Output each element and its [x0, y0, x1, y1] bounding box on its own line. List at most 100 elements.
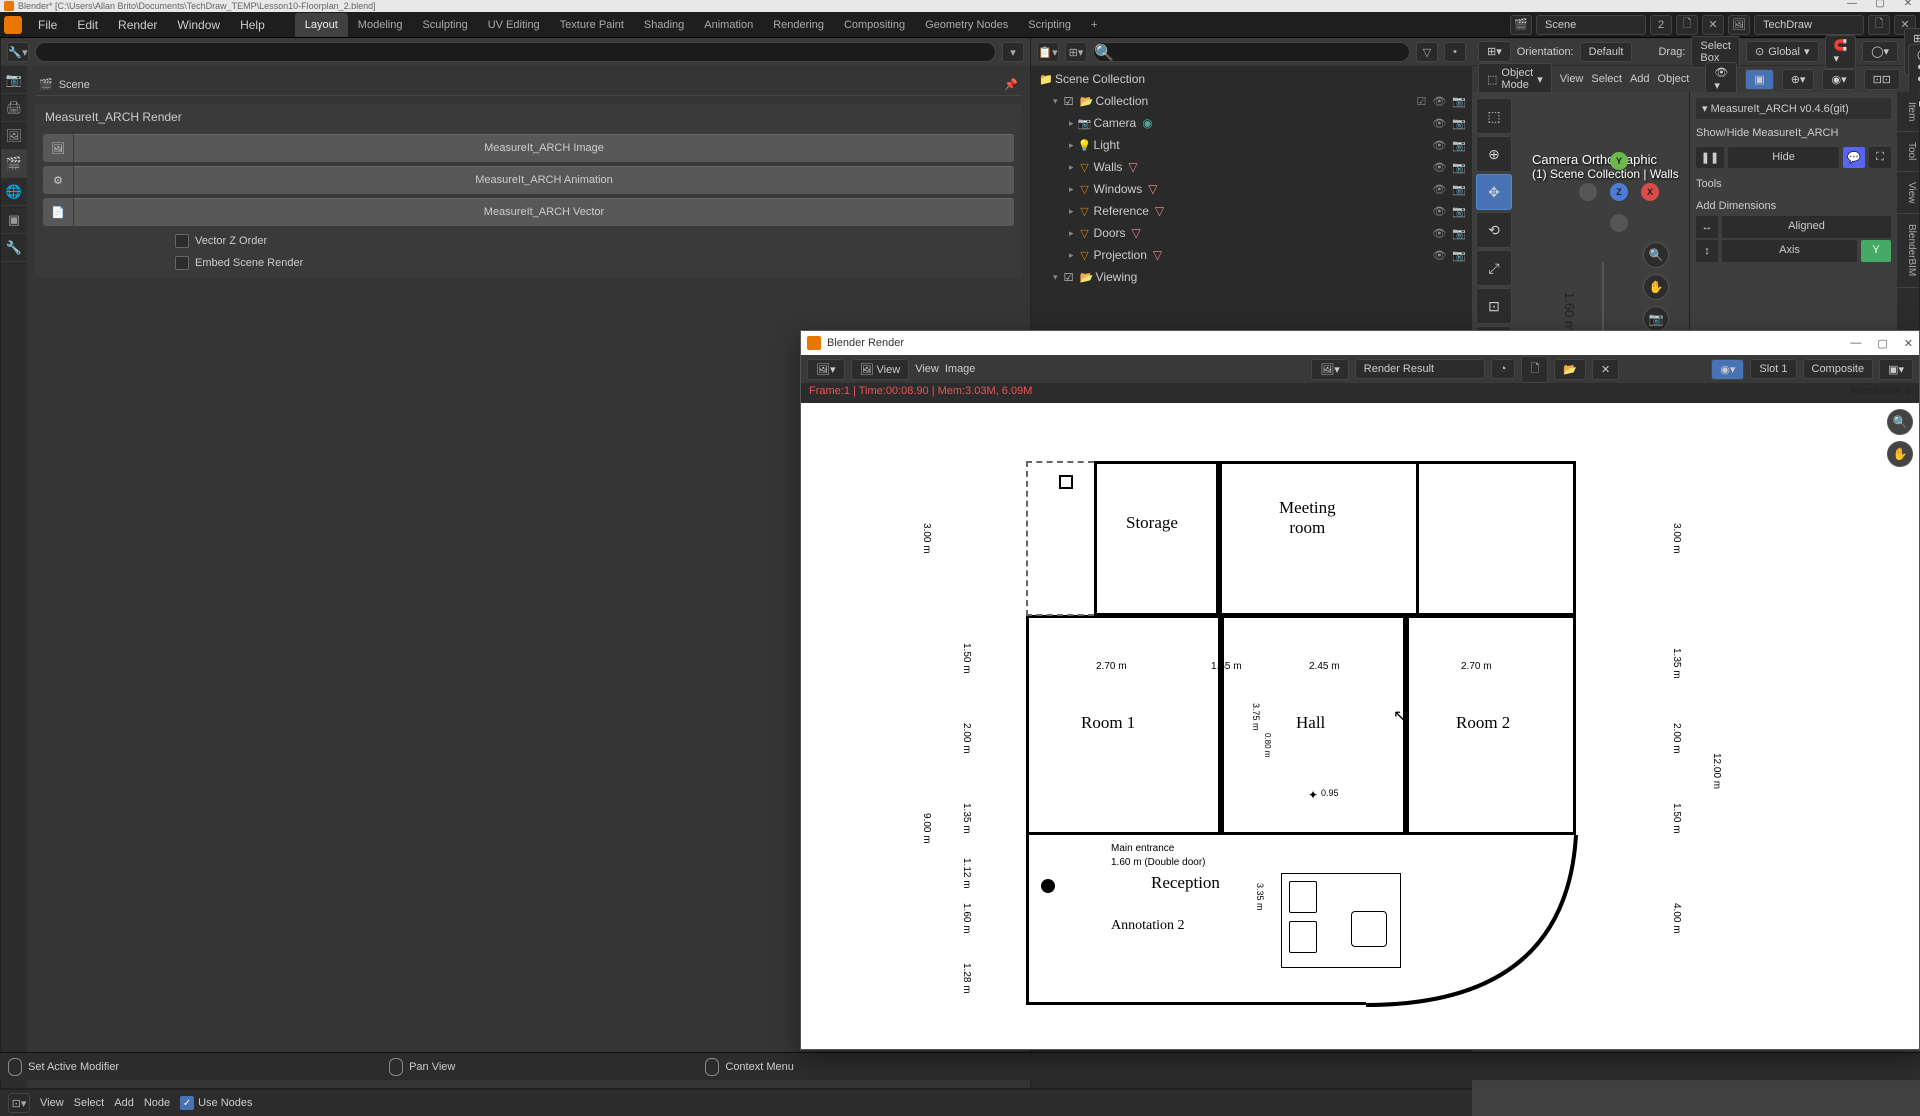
- tab-texture[interactable]: Texture Paint: [550, 13, 634, 37]
- ptab-world[interactable]: 🌐: [1, 178, 27, 206]
- vector-render-icon[interactable]: 📄: [43, 198, 73, 226]
- ptab-modifier[interactable]: 🔧: [1, 234, 27, 262]
- zoom-icon[interactable]: 🔍: [1643, 242, 1669, 268]
- render-image-button[interactable]: MeasureIt_ARCH Image: [74, 134, 1014, 162]
- embed-scene-checkbox[interactable]: [175, 256, 189, 270]
- gizmo-x[interactable]: X: [1641, 183, 1659, 201]
- layer-new-icon[interactable]: 🗋: [1868, 15, 1890, 35]
- scene-browse-icon[interactable]: 🎬: [1510, 15, 1532, 35]
- tree-windows[interactable]: ▸ ▽Windows ▽ 👁📷: [1033, 178, 1470, 200]
- ptab-object[interactable]: ▣: [1, 206, 27, 234]
- render-view-icon[interactable]: 🖼 View: [851, 359, 910, 380]
- tool-transform[interactable]: ⊡: [1476, 288, 1512, 324]
- ptab-viewlayer[interactable]: 🖼: [1, 122, 27, 150]
- tab-add[interactable]: +: [1081, 13, 1107, 37]
- scene-del-icon[interactable]: ✕: [1702, 15, 1724, 35]
- gizmo-neg2[interactable]: [1610, 214, 1628, 232]
- vp-object[interactable]: Object: [1658, 73, 1690, 85]
- image-render-icon[interactable]: 🖼: [43, 134, 73, 162]
- editor-type-icon[interactable]: ⊞▾: [1478, 41, 1511, 62]
- tab-rendering[interactable]: Rendering: [763, 13, 834, 37]
- render-min-button[interactable]: —: [1850, 337, 1861, 350]
- props-editor-icon[interactable]: 🔧▾: [7, 42, 29, 62]
- ntab-item[interactable]: Item: [1897, 92, 1919, 132]
- snap-toggle[interactable]: 🧲▾: [1825, 35, 1857, 69]
- maximize-button[interactable]: ▢: [1872, 0, 1888, 14]
- render-close-button[interactable]: ✕: [1904, 337, 1913, 350]
- vector-z-checkbox[interactable]: [175, 234, 189, 248]
- node-editor[interactable]: ⊡▾ View Select Add Node ✓Use Nodes Depth…: [0, 1088, 1472, 1116]
- render-img-browse[interactable]: 🖼▾: [1311, 359, 1349, 380]
- vp-view[interactable]: View: [1560, 73, 1584, 85]
- gizmo-y[interactable]: Y: [1610, 152, 1628, 170]
- render-color-icon[interactable]: ◉▾: [1711, 359, 1744, 380]
- tab-geometry[interactable]: Geometry Nodes: [915, 13, 1018, 37]
- render-pin-icon[interactable]: ◔: [1491, 359, 1516, 379]
- vp-select[interactable]: Select: [1591, 73, 1622, 85]
- tree-camera[interactable]: ▸ 📷Camera ◉ 👁📷: [1033, 112, 1470, 134]
- render-view2[interactable]: View: [915, 363, 939, 375]
- ptab-output[interactable]: 🖨: [1, 94, 27, 122]
- tree-doors[interactable]: ▸ ▽Doors ▽ 👁📷: [1033, 222, 1470, 244]
- render-del-icon[interactable]: ✕: [1592, 359, 1619, 380]
- ntab-blenderbim[interactable]: BlenderBIM: [1897, 214, 1919, 287]
- scene-name-field[interactable]: [1536, 15, 1646, 35]
- axis-y[interactable]: Y: [1861, 240, 1891, 262]
- render-editor-icon[interactable]: 🖼▾: [807, 359, 845, 380]
- tree-projection[interactable]: ▸ ▽Projection ▽ 👁📷: [1033, 244, 1470, 266]
- menu-render[interactable]: Render: [108, 14, 167, 36]
- tab-sculpting[interactable]: Sculpting: [412, 13, 477, 37]
- scene-new-icon[interactable]: 🗋: [1676, 15, 1698, 35]
- nav-gizmo[interactable]: Y Z X: [1579, 152, 1659, 232]
- pause-button[interactable]: ❚❚: [1696, 147, 1724, 168]
- outliner-search[interactable]: 🔍: [1093, 42, 1410, 62]
- props-search[interactable]: [35, 42, 996, 62]
- layer-browse-icon[interactable]: 🖼: [1728, 15, 1750, 35]
- gizmo-toggle[interactable]: ⊕▾: [1782, 69, 1815, 90]
- proportional-edit[interactable]: ◯▾: [1862, 41, 1898, 62]
- render-canvas[interactable]: 🔍 ✋ Storage Meeting room Room 1 Hall Roo…: [801, 403, 1919, 1049]
- tab-layout[interactable]: Layout: [295, 13, 348, 37]
- render-window[interactable]: Blender Render — ▢ ✕ 🖼▾ 🖼 View View Imag…: [800, 330, 1920, 1050]
- discord-icon[interactable]: 💬: [1843, 147, 1865, 168]
- menu-help[interactable]: Help: [230, 14, 275, 36]
- pan-icon[interactable]: ✋: [1643, 274, 1669, 300]
- tab-scripting[interactable]: Scripting: [1018, 13, 1081, 37]
- render-layer-composite[interactable]: Composite: [1803, 359, 1874, 379]
- outliner-editor-icon[interactable]: 📋▾: [1037, 42, 1059, 62]
- tree-viewing[interactable]: ▾ ☑📂Viewing: [1033, 266, 1470, 288]
- render-pan-icon[interactable]: ✋: [1887, 441, 1913, 467]
- tab-modeling[interactable]: Modeling: [348, 13, 413, 37]
- props-filter-icon[interactable]: ▾: [1002, 42, 1024, 62]
- node-node[interactable]: Node: [144, 1097, 170, 1109]
- render-image[interactable]: Image: [945, 363, 976, 375]
- camera-icon[interactable]: 📷: [1643, 306, 1669, 332]
- node-select[interactable]: Select: [74, 1097, 105, 1109]
- render-titlebar[interactable]: Blender Render — ▢ ✕: [801, 331, 1919, 355]
- node-editor-type-icon[interactable]: ⊡▾: [8, 1093, 30, 1113]
- orientation-select[interactable]: Default: [1580, 42, 1633, 62]
- menu-edit[interactable]: Edit: [67, 14, 108, 36]
- blender-icon[interactable]: [4, 16, 22, 34]
- close-button[interactable]: ✕: [1900, 0, 1916, 14]
- tree-collection[interactable]: ▾ ☑📂Collection ☑👁📷: [1033, 90, 1470, 112]
- dim-type-icon[interactable]: ↔: [1696, 216, 1718, 238]
- use-nodes-toggle[interactable]: ✓Use Nodes: [180, 1096, 252, 1110]
- render-result-field[interactable]: Render Result: [1355, 359, 1485, 379]
- xray-toggle[interactable]: ⊡⊡: [1864, 69, 1900, 90]
- overlay-toggle[interactable]: ◉▾: [1822, 69, 1855, 90]
- ptab-scene[interactable]: 🎬: [1, 150, 27, 178]
- layer-name-field[interactable]: [1754, 15, 1864, 35]
- render-slot[interactable]: Slot 1: [1750, 359, 1796, 379]
- tab-compositing[interactable]: Compositing: [834, 13, 915, 37]
- tree-reference[interactable]: ▸ ▽Reference ▽ 👁📷: [1033, 200, 1470, 222]
- menu-window[interactable]: Window: [167, 14, 230, 36]
- tool-scale[interactable]: ⤢: [1476, 250, 1512, 286]
- render-vector-button[interactable]: MeasureIt_ARCH Vector: [74, 198, 1014, 226]
- menu-file[interactable]: File: [28, 14, 67, 36]
- vp-add[interactable]: Add: [1630, 73, 1650, 85]
- ptab-render[interactable]: 📷: [1, 66, 27, 94]
- outliner-new-icon[interactable]: •: [1444, 42, 1466, 62]
- scene-users[interactable]: 2: [1650, 15, 1672, 35]
- minimize-button[interactable]: —: [1844, 0, 1860, 14]
